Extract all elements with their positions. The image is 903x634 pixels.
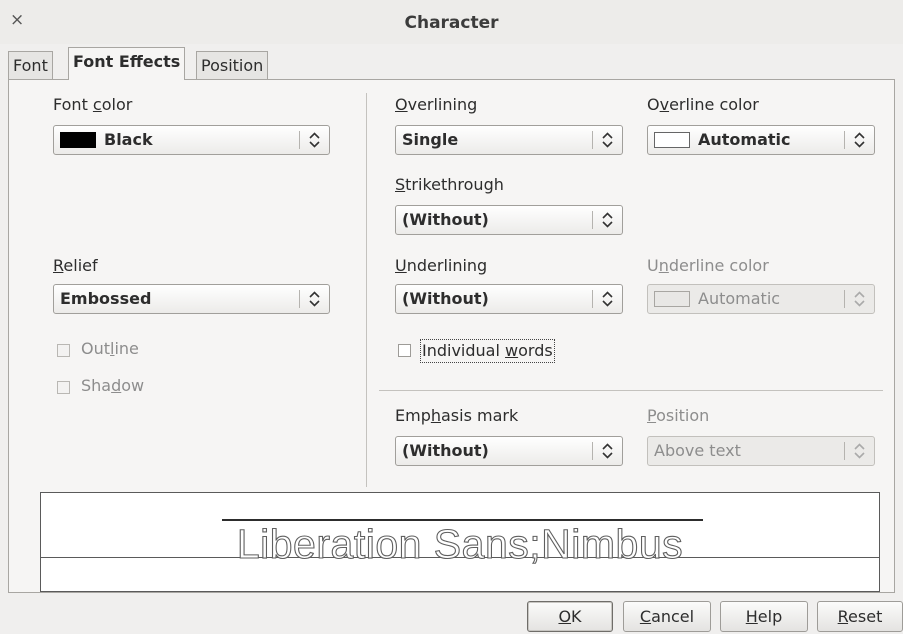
reset-button[interactable]: Reset (817, 601, 903, 632)
preview-text: Liberation Sans;Nimbus (236, 520, 684, 567)
emphasis-mark-label: Emphasis mark (395, 406, 519, 425)
updown-arrows-icon (854, 132, 865, 148)
dialog-title: Character (404, 13, 499, 33)
color-swatch (654, 132, 690, 148)
strikethrough-value: (Without) (402, 210, 489, 229)
overlining-dropdown[interactable]: Single (395, 125, 623, 155)
font-color-label: Font color (53, 95, 133, 114)
shadow-checkbox[interactable] (57, 381, 70, 394)
overline-color-dropdown[interactable]: Automatic (647, 125, 875, 155)
font-color-value: Black (104, 130, 153, 149)
updown-arrows-icon (854, 443, 865, 459)
title-bar: × Character (0, 0, 903, 44)
updown-arrows-icon (854, 291, 865, 307)
updown-arrows-icon (602, 212, 613, 228)
ok-button[interactable]: OK (527, 601, 613, 632)
position-value: Above text (654, 441, 741, 460)
position-label: Position (647, 406, 710, 425)
updown-arrows-icon (309, 132, 320, 148)
underlining-value: (Without) (402, 289, 489, 308)
strikethrough-label: Strikethrough (395, 175, 504, 194)
help-button[interactable]: Help (720, 601, 808, 632)
horizontal-separator (379, 390, 883, 391)
outline-label: Outline (81, 339, 139, 358)
relief-dropdown[interactable]: Embossed (53, 284, 330, 314)
individual-words-checkbox[interactable] (398, 344, 411, 357)
overlining-label: Overlining (395, 95, 478, 114)
overlining-value: Single (402, 130, 459, 149)
color-swatch (654, 291, 690, 307)
underline-color-label: Underline color (647, 256, 769, 275)
underlining-label: Underlining (395, 256, 488, 275)
shadow-label: Shadow (81, 376, 145, 395)
cancel-button[interactable]: Cancel (623, 601, 711, 632)
color-swatch (60, 132, 96, 148)
position-dropdown[interactable]: Above text (647, 436, 875, 466)
updown-arrows-icon (602, 291, 613, 307)
outline-checkbox[interactable] (57, 344, 70, 357)
underline-color-dropdown[interactable]: Automatic (647, 284, 875, 314)
tab-font-effects[interactable]: Font Effects (68, 47, 186, 80)
strikethrough-dropdown[interactable]: (Without) (395, 205, 623, 235)
updown-arrows-icon (309, 291, 320, 307)
tab-position[interactable]: Position (196, 51, 269, 79)
updown-arrows-icon (602, 443, 613, 459)
updown-arrows-icon (602, 132, 613, 148)
relief-label: Relief (53, 256, 98, 275)
overline-color-value: Automatic (698, 130, 791, 149)
font-preview: Liberation Sans;Nimbus (40, 492, 880, 592)
font-color-dropdown[interactable]: Black (53, 125, 330, 155)
vertical-separator (366, 93, 367, 487)
underline-color-value: Automatic (698, 289, 781, 308)
individual-words-label: Individual words (420, 339, 555, 363)
emphasis-mark-dropdown[interactable]: (Without) (395, 436, 623, 466)
relief-value: Embossed (60, 289, 152, 308)
tab-font[interactable]: Font (8, 51, 53, 79)
overline-color-label: Overline color (647, 95, 759, 114)
emphasis-mark-value: (Without) (402, 441, 489, 460)
underlining-dropdown[interactable]: (Without) (395, 284, 623, 314)
